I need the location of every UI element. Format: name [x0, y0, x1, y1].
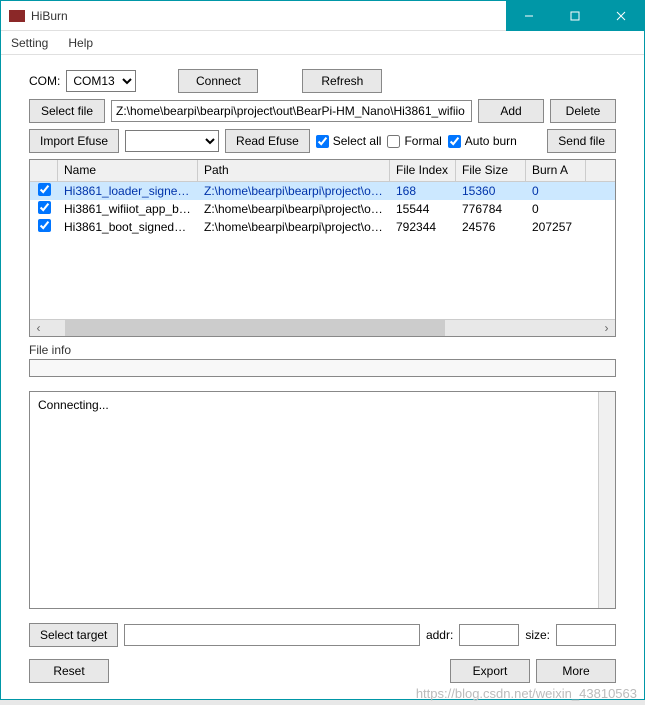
- formal-input[interactable]: [387, 135, 400, 148]
- auto-burn-checkbox[interactable]: Auto burn: [448, 134, 517, 148]
- formal-checkbox[interactable]: Formal: [387, 134, 441, 148]
- table-body[interactable]: Hi3861_loader_signed.binZ:\home\bearpi\b…: [30, 182, 615, 319]
- auto-burn-input[interactable]: [448, 135, 461, 148]
- row-check[interactable]: [30, 200, 58, 218]
- table-header: Name Path File Index File Size Burn A: [30, 160, 615, 182]
- maximize-button[interactable]: [552, 1, 598, 31]
- row-path: Z:\home\bearpi\bearpi\project\out\B...: [198, 219, 390, 235]
- row-size: 24576: [456, 219, 526, 235]
- com-label: COM:: [29, 74, 60, 88]
- add-button[interactable]: Add: [478, 99, 544, 123]
- menu-help[interactable]: Help: [64, 34, 97, 52]
- export-button[interactable]: Export: [450, 659, 530, 683]
- delete-button[interactable]: Delete: [550, 99, 616, 123]
- row-index: 792344: [390, 219, 456, 235]
- efuse-select[interactable]: [125, 130, 219, 152]
- row-name: Hi3861_wifiiot_app_burn...: [58, 201, 198, 217]
- row-path: Z:\home\bearpi\bearpi\project\out\B...: [198, 201, 390, 217]
- connect-button[interactable]: Connect: [178, 69, 258, 93]
- table-row[interactable]: Hi3861_wifiiot_app_burn...Z:\home\bearpi…: [30, 200, 615, 218]
- file-table: Name Path File Index File Size Burn A Hi…: [29, 159, 616, 337]
- reset-button[interactable]: Reset: [29, 659, 109, 683]
- scroll-left-icon[interactable]: ‹: [30, 320, 47, 336]
- row-burn: 0: [526, 201, 586, 217]
- target-input[interactable]: [124, 624, 420, 646]
- read-efuse-button[interactable]: Read Efuse: [225, 129, 310, 153]
- row-check[interactable]: [30, 182, 58, 200]
- row-burn: 0: [526, 183, 586, 199]
- send-file-button[interactable]: Send file: [547, 129, 616, 153]
- com-row: COM: COM13 Connect Refresh: [29, 69, 616, 93]
- col-name[interactable]: Name: [58, 160, 198, 181]
- horizontal-scrollbar[interactable]: ‹ ›: [30, 319, 615, 336]
- col-file-index[interactable]: File Index: [390, 160, 456, 181]
- com-select[interactable]: COM13: [66, 70, 136, 92]
- window-controls: [506, 1, 644, 31]
- addr-label: addr:: [426, 628, 453, 642]
- app-window: HiBurn Setting Help COM: COM13 Connect R…: [0, 0, 645, 700]
- addr-input[interactable]: [459, 624, 519, 646]
- log-output[interactable]: Connecting...: [29, 391, 616, 609]
- app-icon: [9, 10, 25, 22]
- select-target-button[interactable]: Select target: [29, 623, 118, 647]
- col-check[interactable]: [30, 160, 58, 181]
- file-info-box: [29, 359, 616, 377]
- row-size: 776784: [456, 201, 526, 217]
- close-button[interactable]: [598, 1, 644, 31]
- log-text: Connecting...: [38, 398, 109, 412]
- watermark: https://blog.csdn.net/weixin_43810563: [416, 686, 637, 701]
- size-input[interactable]: [556, 624, 616, 646]
- file-info-label: File info: [29, 341, 616, 359]
- file-row: Select file Add Delete: [29, 99, 616, 123]
- scroll-right-icon[interactable]: ›: [598, 320, 615, 336]
- row-size: 15360: [456, 183, 526, 199]
- col-path[interactable]: Path: [198, 160, 390, 181]
- table-row[interactable]: Hi3861_boot_signed_B.binZ:\home\bearpi\b…: [30, 218, 615, 236]
- row-burn: 207257: [526, 219, 586, 235]
- menu-setting[interactable]: Setting: [7, 34, 52, 52]
- scroll-track[interactable]: [47, 320, 598, 336]
- scroll-thumb[interactable]: [65, 320, 445, 336]
- window-title: HiBurn: [31, 9, 506, 23]
- menubar: Setting Help: [1, 31, 644, 55]
- col-burn-addr[interactable]: Burn A: [526, 160, 586, 181]
- refresh-button[interactable]: Refresh: [302, 69, 382, 93]
- titlebar[interactable]: HiBurn: [1, 1, 644, 31]
- import-efuse-button[interactable]: Import Efuse: [29, 129, 119, 153]
- size-label: size:: [525, 628, 550, 642]
- select-file-button[interactable]: Select file: [29, 99, 105, 123]
- select-all-input[interactable]: [316, 135, 329, 148]
- vertical-scrollbar[interactable]: [598, 392, 615, 608]
- row-index: 15544: [390, 201, 456, 217]
- file-path-input[interactable]: [111, 100, 472, 122]
- row-path: Z:\home\bearpi\bearpi\project\out\B...: [198, 183, 390, 199]
- col-file-size[interactable]: File Size: [456, 160, 526, 181]
- content-area: COM: COM13 Connect Refresh Select file A…: [1, 55, 644, 699]
- select-all-checkbox[interactable]: Select all: [316, 134, 382, 148]
- bottom-controls: Select target addr: size: Reset Export M…: [29, 623, 616, 689]
- efuse-row: Import Efuse Read Efuse Select all Forma…: [29, 129, 616, 153]
- more-button[interactable]: More: [536, 659, 616, 683]
- minimize-button[interactable]: [506, 1, 552, 31]
- table-row[interactable]: Hi3861_loader_signed.binZ:\home\bearpi\b…: [30, 182, 615, 200]
- row-name: Hi3861_loader_signed.bin: [58, 183, 198, 199]
- row-index: 168: [390, 183, 456, 199]
- row-check[interactable]: [30, 218, 58, 236]
- row-name: Hi3861_boot_signed_B.bin: [58, 219, 198, 235]
